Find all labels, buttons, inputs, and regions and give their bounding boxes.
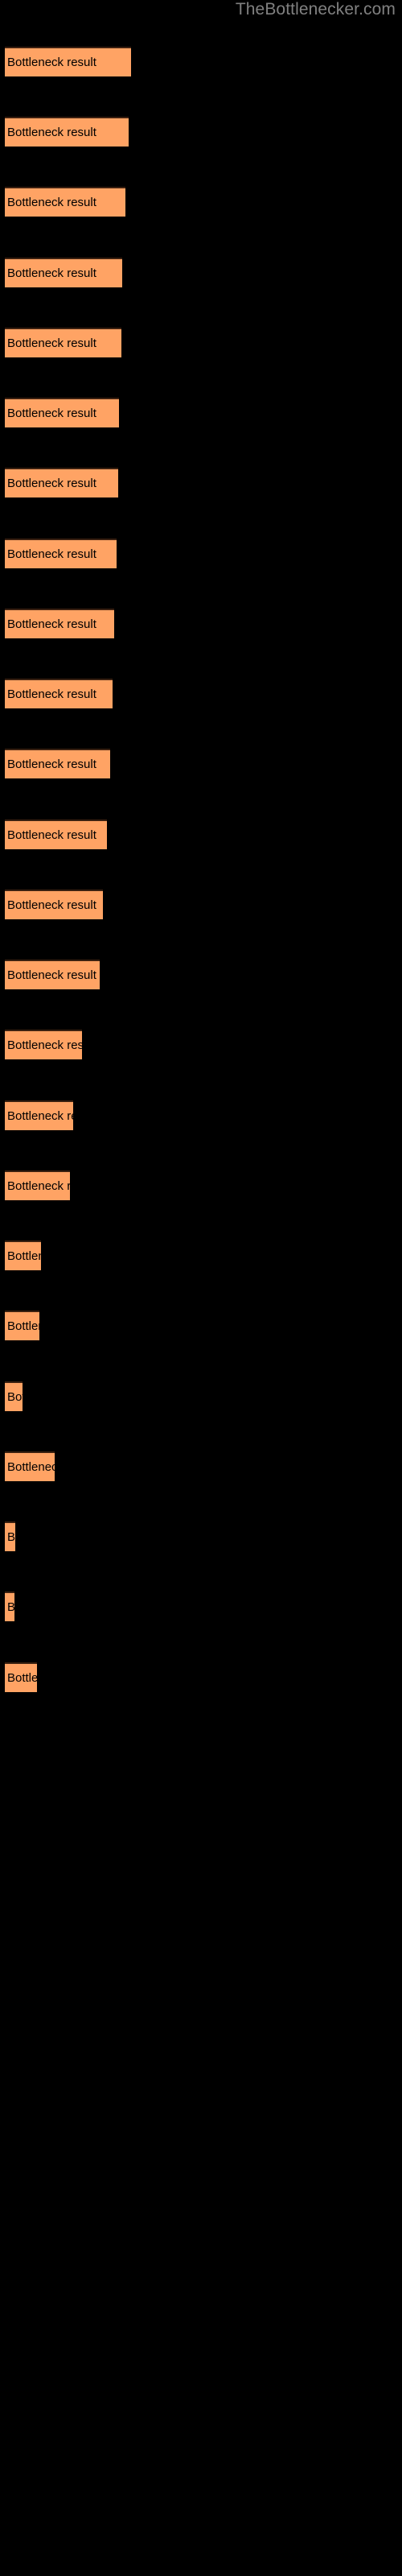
bar-label: Bottleneck result — [7, 407, 96, 420]
bottleneck-result-bar[interactable]: Bottleneck result — [5, 398, 119, 427]
bottleneck-result-bar[interactable]: Bottleneck result — [5, 1662, 37, 1692]
bar-label: Bottleneck result — [7, 1038, 82, 1052]
bar-label: Bottleneck result — [7, 1179, 70, 1193]
bar-label: Bottleneck result — [7, 1319, 39, 1333]
bar-label: Bottleneck result — [7, 1109, 73, 1123]
bar-label: Bottleneck result — [7, 898, 96, 912]
bar-row: Bottleneck result — [0, 1662, 402, 1693]
bar-label: Bottleneck result — [7, 126, 96, 139]
bottleneck-result-bar[interactable]: Bottleneck result — [5, 1591, 14, 1621]
bottleneck-result-bar[interactable]: Bottleneck result — [5, 468, 118, 497]
bar-row: Bottleneck result — [0, 819, 402, 850]
bottleneck-result-bar[interactable]: Bottleneck result — [5, 960, 100, 989]
bottleneck-result-bar[interactable]: Bottleneck result — [5, 819, 107, 849]
bottleneck-result-bar[interactable]: Bottleneck result — [5, 609, 114, 638]
bar-row: Bottleneck result — [0, 117, 402, 147]
bar-label: Bottleneck result — [7, 687, 96, 701]
bottleneck-result-bar[interactable]: Bottleneck result — [5, 1451, 55, 1481]
bottleneck-result-bar[interactable]: Bottleneck result — [5, 1100, 73, 1130]
bottleneck-result-bar[interactable]: Bottleneck result — [5, 890, 103, 919]
bar-label: Bottleneck result — [7, 477, 96, 490]
bar-label: Bottleneck result — [7, 1671, 37, 1685]
bottleneck-result-bar[interactable]: Bottleneck result — [5, 117, 129, 147]
bar-label: Bottleneck result — [7, 617, 96, 631]
bar-row: Bottleneck result — [0, 679, 402, 709]
bar-row: Bottleneck result — [0, 1451, 402, 1482]
bar-row: Bottleneck result — [0, 749, 402, 779]
bar-row: Bottleneck result — [0, 539, 402, 569]
page-root: TheBottlenecker.com Bottleneck result Bot… — [0, 0, 402, 2576]
bottleneck-bar-chart: Bottleneck result Bottleneck result Bottle… — [0, 0, 402, 2576]
bottleneck-result-bar[interactable]: Bottleneck result — [5, 1381, 23, 1411]
bottleneck-result-bar[interactable]: Bottleneck result — [5, 749, 110, 778]
bar-row: Bottleneck result — [0, 1241, 402, 1271]
bar-label: Bottleneck result — [7, 1600, 14, 1615]
bar-label: Bottleneck result — [7, 1530, 15, 1544]
bar-row: Bottleneck result — [0, 258, 402, 288]
bar-label: Bottleneck result — [7, 266, 96, 280]
bar-label: Bottleneck result — [7, 56, 96, 69]
bottleneck-result-bar[interactable]: Bottleneck result — [5, 1030, 82, 1059]
bar-label: Bottleneck result — [7, 968, 96, 982]
bar-row: Bottleneck result — [0, 890, 402, 920]
bar-row: Bottleneck result — [0, 1381, 402, 1412]
bar-row: Bottleneck result — [0, 328, 402, 358]
bar-row: Bottleneck result — [0, 609, 402, 639]
bottleneck-result-bar[interactable]: Bottleneck result — [5, 1311, 39, 1340]
bar-row: Bottleneck result — [0, 468, 402, 498]
bar-row: Bottleneck result — [0, 187, 402, 217]
bottleneck-result-bar[interactable]: Bottleneck result — [5, 1170, 70, 1200]
bottleneck-result-bar[interactable]: Bottleneck result — [5, 47, 131, 76]
bar-row: Bottleneck result — [0, 1521, 402, 1552]
bar-label: Bottleneck result — [7, 1460, 55, 1474]
bar-label: Bottleneck result — [7, 547, 96, 561]
bar-label: Bottleneck result — [7, 1249, 41, 1263]
bar-row: Bottleneck result — [0, 1170, 402, 1201]
bottleneck-result-bar[interactable]: Bottleneck result — [5, 258, 122, 287]
bar-row: Bottleneck result — [0, 1100, 402, 1131]
bar-row: Bottleneck result — [0, 1591, 402, 1622]
bar-label: Bottleneck result — [7, 1390, 23, 1404]
bar-row: Bottleneck result — [0, 398, 402, 428]
bar-label: Bottleneck result — [7, 758, 96, 771]
bar-row: Bottleneck result — [0, 960, 402, 990]
bottleneck-result-bar[interactable]: Bottleneck result — [5, 679, 113, 708]
bottleneck-result-bar[interactable]: Bottleneck result — [5, 187, 125, 217]
bar-row: Bottleneck result — [0, 1311, 402, 1341]
bar-label: Bottleneck result — [7, 336, 96, 350]
bar-row: Bottleneck result — [0, 1030, 402, 1060]
bottleneck-result-bar[interactable]: Bottleneck result — [5, 1521, 15, 1551]
bar-label: Bottleneck result — [7, 196, 96, 209]
bar-label: Bottleneck result — [7, 828, 96, 842]
bottleneck-result-bar[interactable]: Bottleneck result — [5, 539, 117, 568]
bar-row: Bottleneck result — [0, 47, 402, 77]
bottleneck-result-bar[interactable]: Bottleneck result — [5, 1241, 41, 1270]
bottleneck-result-bar[interactable]: Bottleneck result — [5, 328, 121, 357]
